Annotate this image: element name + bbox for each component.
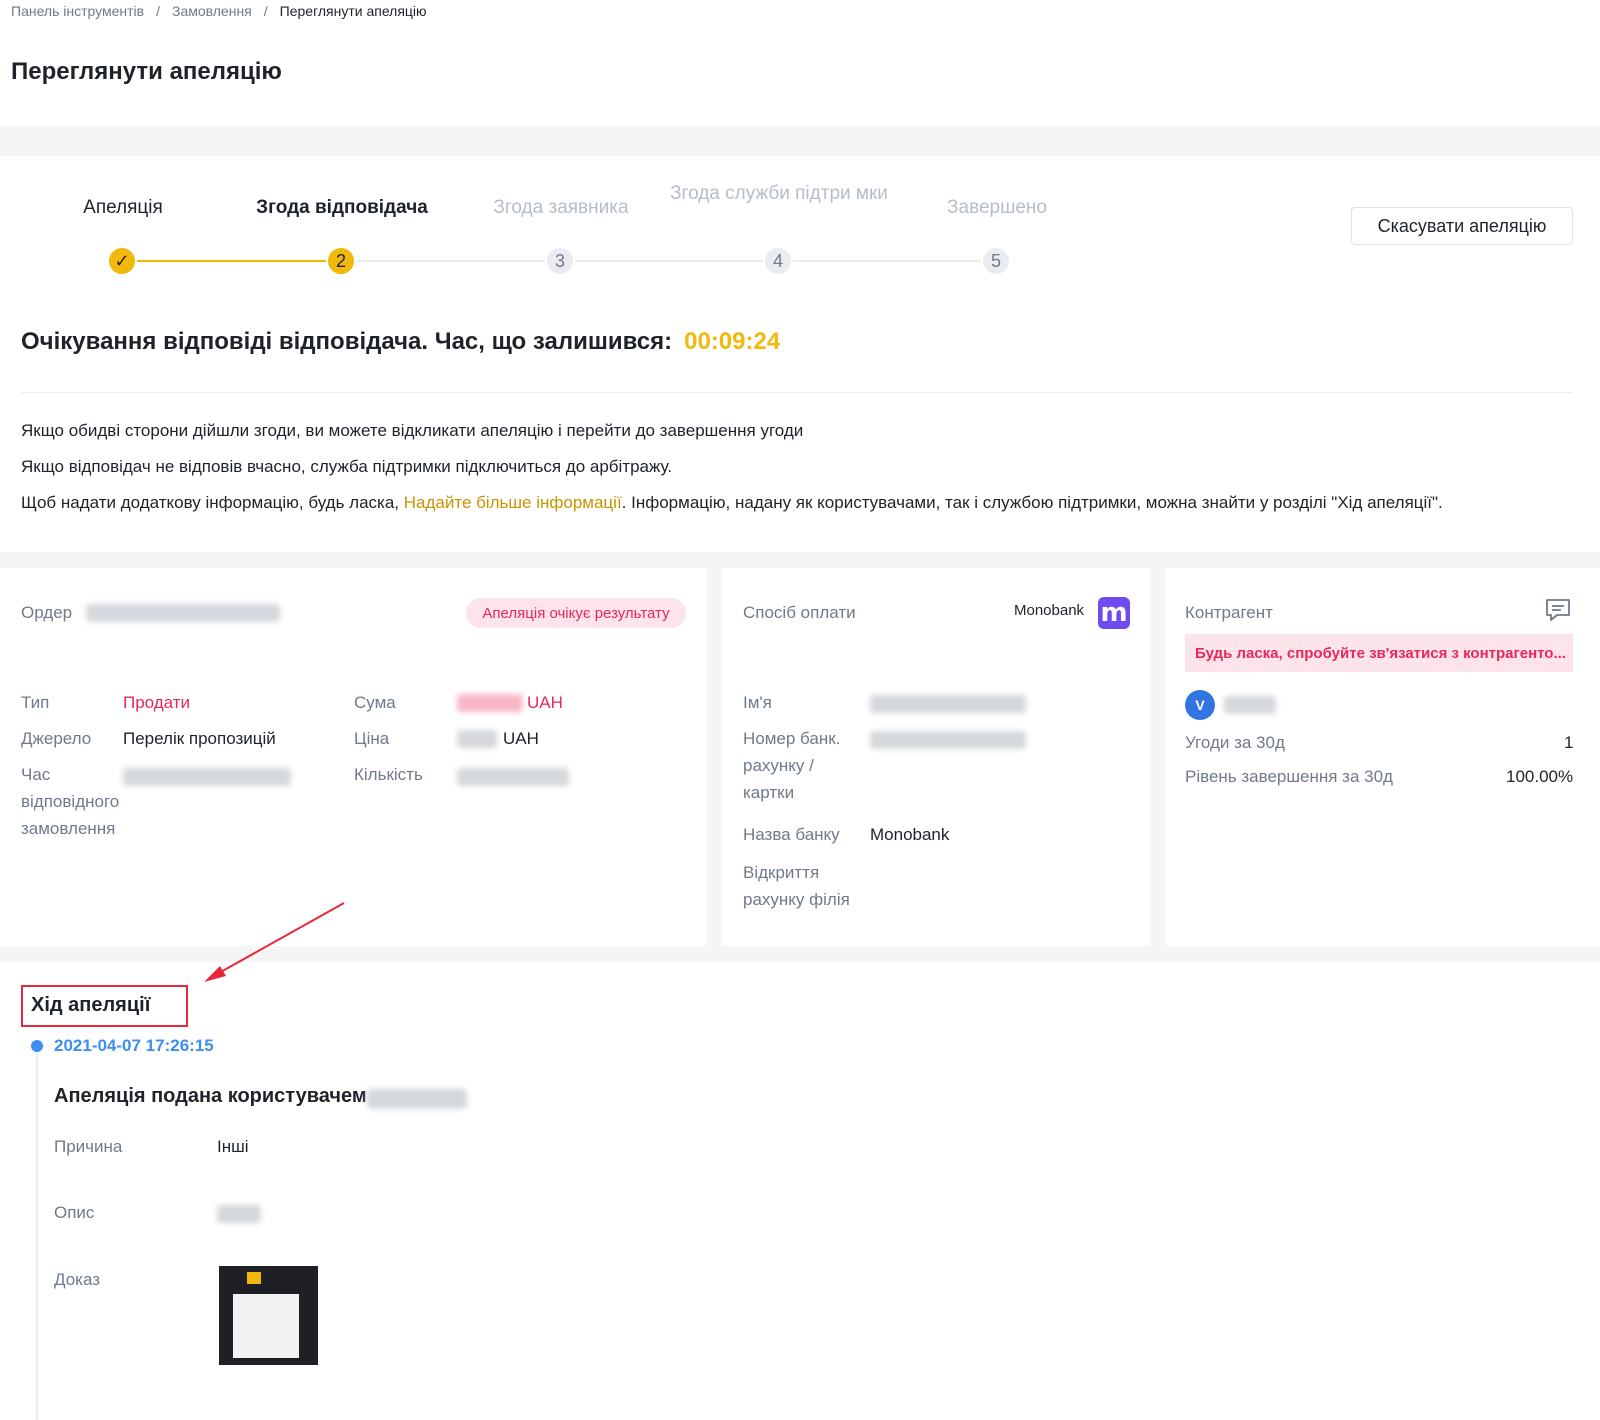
info-text: . Інформацію, надану як користувачами, т… (621, 493, 1443, 512)
step-label-support-agreement: Згода служби підтри мки (670, 183, 888, 204)
quantity-redacted (457, 768, 569, 786)
waiting-text: Очікування відповіді відповідача. Час, щ… (21, 328, 673, 355)
step-connector (343, 260, 562, 262)
price-currency: UAH (503, 729, 539, 748)
step-dot-4: 4 (763, 246, 793, 276)
quantity-label: Кількість (354, 765, 423, 784)
proof-label: Доказ (54, 1270, 101, 1289)
order-number-redacted (86, 604, 280, 622)
price-redacted (457, 730, 497, 748)
step-label-completed: Завершено (947, 197, 1047, 218)
section-gap (0, 126, 1600, 156)
cancel-appeal-button[interactable]: Скасувати апеляцію (1351, 207, 1573, 245)
bank-name-label: Назва банку (743, 825, 840, 844)
breadcrumb-separator: / (263, 3, 268, 19)
thumbnail-detail (247, 1272, 261, 1284)
step-connector (562, 260, 780, 262)
countdown-timer: 00:09:24 (684, 328, 781, 355)
source-label: Джерело (21, 729, 92, 748)
account-label: Номер банк. рахунку / картки (743, 729, 841, 802)
info-line-1: Якщо обидві сторони дійшли згоди, ви мож… (21, 421, 804, 440)
step-dot-1-check-icon: ✓ (107, 246, 137, 276)
completion-label: Рівень завершення за 30д (1185, 767, 1393, 786)
step-dot-2: 2 (326, 246, 356, 276)
timeline-line (36, 1053, 38, 1420)
reason-value: Інші (217, 1137, 249, 1156)
trades-label: Угоди за 30д (1185, 733, 1285, 752)
step-dot-5: 5 (981, 246, 1011, 276)
type-value: Продати (123, 693, 191, 712)
proof-image-thumbnail[interactable] (219, 1266, 318, 1365)
timeline-time: 2021-04-07 17:26:15 (54, 1036, 214, 1055)
trades-value: 1 (1564, 733, 1574, 752)
branch-label: Відкриття рахунку філія (743, 863, 850, 909)
breadcrumb-dashboard[interactable]: Панель інструментів (11, 3, 144, 19)
avatar: V (1185, 690, 1215, 720)
step-label-appeal: Апеляція (83, 197, 163, 218)
step-label-respondent-agreement: Згода відповідача (256, 197, 428, 218)
breadcrumb-current: Переглянути апеляцію (279, 3, 427, 19)
breadcrumb: Панель інструментів / Замовлення / Перег… (11, 3, 427, 19)
counterparty-name-redacted (1224, 696, 1276, 714)
source-value: Перелік пропозицій (123, 729, 276, 748)
waiting-title: Очікування відповіді відповідача. Час, щ… (21, 328, 780, 356)
price-label: Ціна (354, 729, 390, 748)
step-dot-3: 3 (545, 246, 575, 276)
order-time-redacted (123, 768, 291, 786)
account-redacted (870, 731, 1026, 749)
name-label: Ім'я (743, 693, 772, 712)
step-connector (780, 260, 998, 262)
contact-warning: Будь ласка, спробуйте зв'язатися з контр… (1185, 634, 1573, 672)
breadcrumb-orders[interactable]: Замовлення (172, 3, 252, 19)
description-label: Опис (54, 1203, 95, 1222)
counterparty-title: Контрагент (1185, 603, 1273, 622)
bank-name-value: Monobank (870, 825, 950, 844)
appeal-submitted-text: Апеляція подана користувачем (54, 1085, 367, 1107)
info-line-2: Якщо відповідач не відповів вчасно, служ… (21, 457, 673, 476)
breadcrumb-separator: / (156, 3, 160, 19)
info-line-3: Щоб надати додаткову інформацію, будь ла… (21, 493, 1443, 513)
monobank-logo-icon: m (1098, 597, 1130, 629)
description-redacted (217, 1205, 261, 1223)
thumbnail-detail (233, 1294, 299, 1358)
user-name-redacted (367, 1089, 467, 1109)
name-redacted (870, 695, 1026, 713)
more-info-link[interactable]: Надайте більше інформації (404, 493, 622, 512)
page-title: Переглянути апеляцію (11, 58, 282, 85)
step-label-applicant-agreement: Згода заявника (493, 197, 629, 218)
info-text: Щоб надати додаткову інформацію, будь ла… (21, 493, 404, 512)
timeline-dot (31, 1040, 43, 1052)
step-connector (124, 260, 343, 262)
type-label: Тип (21, 693, 50, 712)
completion-value: 100.00% (1506, 767, 1574, 786)
sum-redacted (457, 694, 523, 712)
progress-title: Хід апеляції (31, 994, 151, 1016)
chat-icon[interactable] (1544, 598, 1572, 624)
sum-label: Сума (354, 693, 396, 712)
sum-currency: UAH (527, 693, 563, 712)
payment-method-label: Спосіб оплати (743, 603, 856, 622)
reason-label: Причина (54, 1137, 123, 1156)
annotation-arrow (204, 902, 345, 982)
order-label: Ордер (21, 603, 73, 622)
divider (21, 392, 1573, 393)
status-badge: Апеляція очікує результату (466, 598, 686, 628)
payment-method-value: Monobank (1014, 602, 1085, 619)
